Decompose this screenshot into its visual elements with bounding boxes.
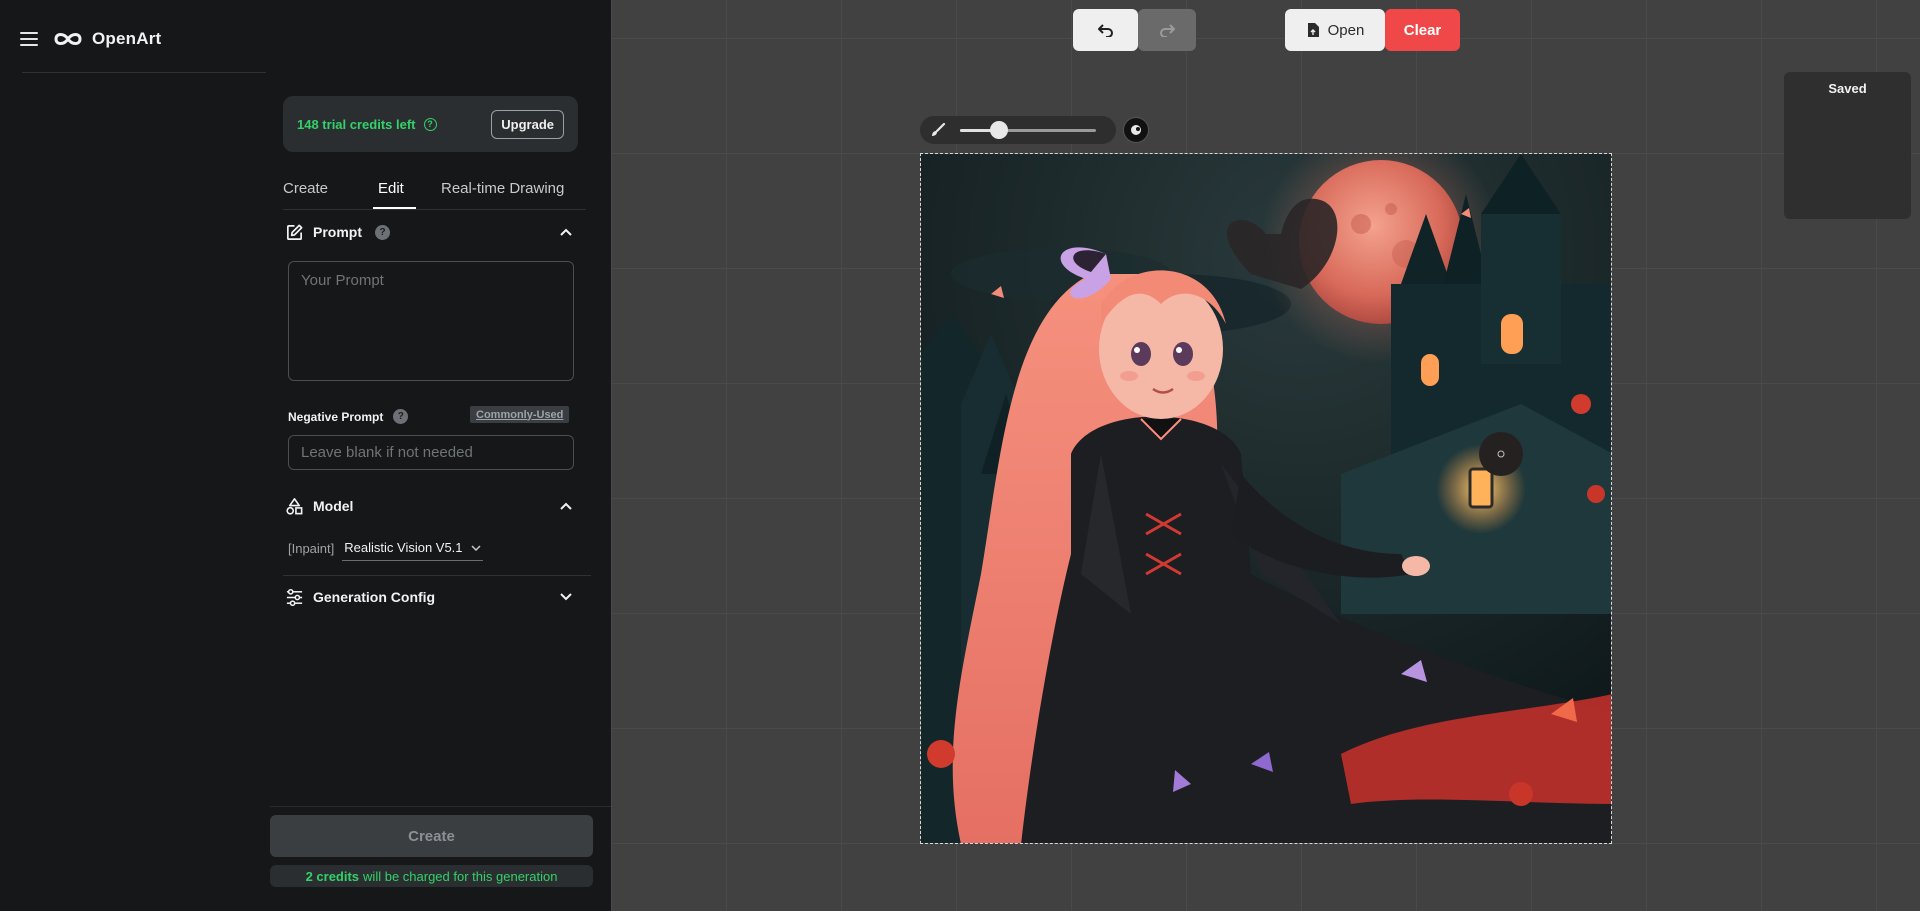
left-nav-rail: OpenArt	[0, 0, 270, 911]
hamburger-icon[interactable]	[20, 32, 38, 46]
prompt-section-title: Prompt	[313, 224, 362, 240]
artwork-image	[921, 154, 1611, 843]
negative-prompt-label: Negative Prompt ?	[288, 409, 409, 424]
model-section-header[interactable]: Model	[285, 494, 575, 518]
section-divider	[283, 575, 591, 576]
prompt-input[interactable]	[288, 261, 574, 381]
edit-square-icon	[286, 224, 303, 240]
file-icon	[1307, 23, 1319, 37]
upgrade-button[interactable]: Upgrade	[491, 109, 564, 139]
chevron-down-icon[interactable]	[557, 588, 575, 606]
tab-real-time-drawing[interactable]: Real-time Drawing	[441, 180, 564, 197]
credits-help-icon[interactable]: ?	[423, 117, 437, 131]
clear-label: Clear	[1403, 21, 1442, 39]
prompt-section-header[interactable]: Prompt ?	[285, 220, 575, 244]
commonly-used-button[interactable]: Commonly-Used	[470, 406, 570, 423]
redo-button[interactable]	[1138, 9, 1196, 51]
edit-canvas-image[interactable]	[920, 153, 1612, 844]
mask-icon	[1131, 125, 1141, 135]
model-row: [Inpaint] Realistic Vision V5.1	[288, 536, 483, 561]
charge-text: will be charged for this generation	[363, 868, 558, 884]
charge-note: 2 credits will be charged for this gener…	[270, 865, 593, 887]
tab-edit[interactable]: Edit	[378, 180, 404, 197]
prompt-help-icon[interactable]: ?	[375, 224, 390, 240]
credits-box: 148 trial credits left ? Upgrade	[283, 96, 578, 152]
brush-size-knob[interactable]	[990, 120, 1009, 139]
chevron-up-icon[interactable]	[557, 497, 575, 515]
open-button[interactable]: Open	[1285, 9, 1385, 51]
saved-panel: Saved	[1784, 72, 1911, 219]
negative-prompt-help-icon[interactable]: ?	[393, 409, 409, 424]
model-section-title: Model	[313, 498, 354, 514]
shapes-icon	[286, 497, 303, 515]
mask-toggle-button[interactable]	[1123, 117, 1149, 143]
redo-icon	[1160, 24, 1175, 37]
negative-prompt-input[interactable]	[288, 435, 574, 470]
generation-config-header[interactable]: Generation Config	[285, 585, 575, 609]
inpaint-tag: [Inpaint]	[288, 541, 335, 556]
undo-icon	[1097, 24, 1113, 37]
bottom-divider	[270, 806, 611, 807]
brand-bar: OpenArt	[20, 24, 161, 54]
tab-create[interactable]: Create	[283, 180, 328, 197]
negative-prompt-title: Negative Prompt	[288, 409, 384, 424]
open-label: Open	[1327, 21, 1365, 39]
brush-icon	[932, 122, 946, 136]
undo-button[interactable]	[1073, 9, 1138, 51]
infinity-logo-icon	[54, 33, 82, 45]
model-selected-value: Realistic Vision V5.1	[344, 540, 463, 555]
app-name: OpenArt	[92, 29, 162, 48]
saved-label: Saved	[1828, 81, 1867, 96]
rail-divider	[22, 72, 266, 73]
create-button[interactable]: Create	[270, 815, 593, 857]
logo[interactable]: OpenArt	[52, 29, 161, 49]
active-tab-indicator	[373, 207, 416, 209]
credits-left-text: 148 trial credits left	[297, 116, 416, 132]
chevron-down-icon	[471, 544, 481, 551]
generation-config-title: Generation Config	[313, 589, 436, 605]
charge-credits: 2 credits	[305, 868, 360, 884]
mode-tabs: Create Edit Real-time Drawing	[283, 172, 586, 210]
chevron-up-icon[interactable]	[557, 223, 575, 241]
brush-size-slider[interactable]	[960, 120, 1096, 139]
sliders-icon	[286, 588, 303, 606]
model-select[interactable]: Realistic Vision V5.1	[342, 536, 483, 561]
edit-panel: 148 trial credits left ? Upgrade Create …	[270, 0, 881, 911]
brush-size-bar	[920, 116, 1116, 144]
clear-button[interactable]: Clear	[1385, 9, 1460, 51]
